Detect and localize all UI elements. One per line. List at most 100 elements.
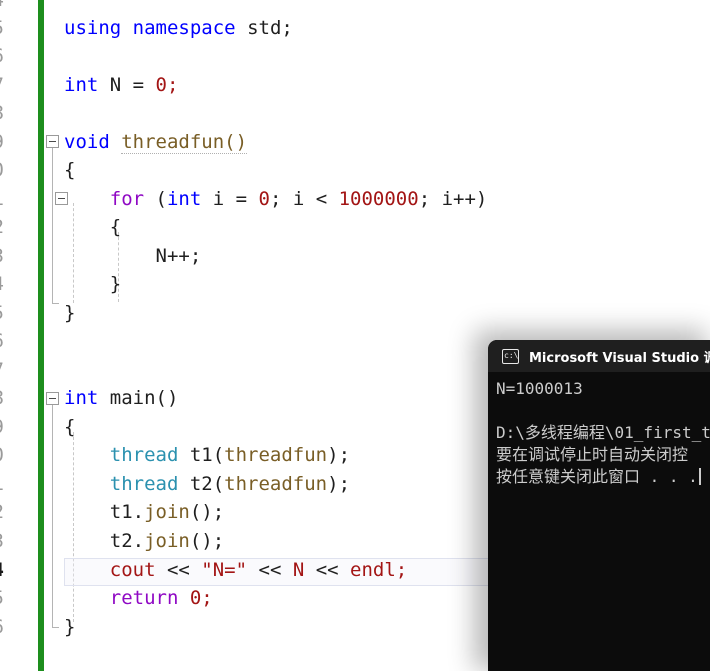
line-number: 30 xyxy=(0,441,4,470)
line-number: 29 xyxy=(0,413,4,442)
token-method-join: join xyxy=(144,501,190,523)
line-number: 25 xyxy=(0,299,4,328)
line-number: 18 xyxy=(0,99,4,128)
token-var-N: N xyxy=(292,559,305,581)
fold-toggle-threadfun[interactable] xyxy=(46,135,59,148)
token-close-semi: ); xyxy=(327,444,351,466)
token-keyword-for: for xyxy=(109,188,145,210)
token-obj-t2: t2. xyxy=(109,530,145,552)
code-line-21[interactable]: { xyxy=(64,213,121,242)
fold-end-main xyxy=(52,627,59,628)
token-n-increment: N++; xyxy=(155,245,202,267)
token-type-thread: thread xyxy=(109,473,179,495)
token-keyword-return: return xyxy=(109,587,179,609)
console-title-bar[interactable]: Microsoft Visual Studio 调试控 xyxy=(488,340,710,372)
token-return-value: 0; xyxy=(178,587,213,609)
code-line-34[interactable]: return 0; xyxy=(64,584,213,613)
line-number: 28 xyxy=(0,384,4,413)
code-line-32[interactable]: t2.join(); xyxy=(64,527,224,556)
token-shift-op: << xyxy=(155,559,202,581)
line-number: 16 xyxy=(0,42,4,71)
line-number: 17 xyxy=(0,71,4,100)
token-number-zero: 0; xyxy=(155,74,179,96)
token-string-literal: "N=" xyxy=(201,559,248,581)
code-line-33[interactable]: cout << "N=" << N << endl; xyxy=(64,556,407,585)
token-obj-t1: t1. xyxy=(109,501,145,523)
fold-toggle-main[interactable] xyxy=(46,392,59,405)
fold-line-threadfun xyxy=(52,148,53,303)
line-number: 24 xyxy=(0,270,4,299)
line-number: 31 xyxy=(0,470,4,499)
token-type-thread: thread xyxy=(109,444,179,466)
token-keyword-int-main: int xyxy=(64,387,99,409)
console-line-autoclose: 要在调试停止时自动关闭控 xyxy=(496,445,689,464)
line-number: 15 xyxy=(0,14,4,43)
code-line-14[interactable]: using namespace std; xyxy=(64,14,293,43)
line-number: 20 xyxy=(0,156,4,185)
token-paren-open: ( xyxy=(144,188,167,210)
console-output-area[interactable]: N=1000013 D:\多线程编程\01_first_t 要在调试停止时自动关… xyxy=(488,372,710,671)
token-ref-threadfun: threadfun xyxy=(224,473,328,495)
token-number-zero-init: 0 xyxy=(258,188,270,210)
token-keyword-namespace: namespace xyxy=(132,17,236,39)
code-line-19[interactable]: { xyxy=(64,156,75,185)
line-number: 19 xyxy=(0,128,4,157)
token-var-i: i = xyxy=(201,188,259,210)
console-window-icon xyxy=(502,348,519,364)
code-line-24[interactable]: } xyxy=(64,299,75,328)
token-shift-op: << xyxy=(304,559,351,581)
code-line-30[interactable]: thread t2(threadfun); xyxy=(64,470,350,499)
line-number: 33 xyxy=(0,527,4,556)
line-number: 21 xyxy=(0,185,4,214)
token-brace-open: { xyxy=(64,416,76,438)
line-number-current: 34 xyxy=(0,556,4,585)
line-number: 27 xyxy=(0,356,4,385)
console-line-output: N=1000013 xyxy=(496,379,583,398)
code-line-35[interactable]: } xyxy=(64,613,75,642)
console-line-path: D:\多线程编程\01_first_t xyxy=(496,423,710,442)
code-line-28[interactable]: { xyxy=(64,413,75,442)
token-brace-close: } xyxy=(109,273,122,295)
token-brace-close: } xyxy=(64,302,76,324)
code-line-29[interactable]: thread t1(threadfun); xyxy=(64,441,350,470)
line-number: 26 xyxy=(0,327,4,356)
token-method-join: join xyxy=(144,530,190,552)
token-number-million: 1000000 xyxy=(338,188,419,210)
token-ref-threadfun: threadfun xyxy=(224,444,328,466)
code-line-23[interactable]: } xyxy=(64,270,121,299)
token-var-N: N = xyxy=(109,74,156,96)
line-number: 32 xyxy=(0,498,4,527)
fold-end-threadfun xyxy=(52,303,59,304)
debug-console-window[interactable]: Microsoft Visual Studio 调试控 N=1000013 D:… xyxy=(488,340,710,671)
token-brace-open: { xyxy=(64,159,76,181)
line-number: 14 xyxy=(0,0,4,15)
code-line-20[interactable]: for (int i = 0; i < 1000000; i++) xyxy=(64,185,488,214)
token-std: std; xyxy=(247,17,293,39)
token-function-threadfun: threadfun() xyxy=(121,131,248,154)
token-join-tail: (); xyxy=(189,501,225,523)
token-decl-t2: t2( xyxy=(178,473,225,495)
code-line-18[interactable]: void threadfun() xyxy=(64,128,248,157)
code-folding-column[interactable] xyxy=(46,0,68,671)
line-number: 35 xyxy=(0,584,4,613)
console-line-presskey: 按任意键关闭此窗口 . . . xyxy=(496,466,710,488)
token-function-main: main() xyxy=(109,387,179,409)
token-brace-close: } xyxy=(64,616,76,638)
code-line-31[interactable]: t1.join(); xyxy=(64,498,224,527)
console-presskey-text: 按任意键关闭此窗口 . . . xyxy=(496,467,698,486)
token-incr: ; i++) xyxy=(418,188,488,210)
code-line-27[interactable]: int main() xyxy=(64,384,178,413)
token-endl: endl; xyxy=(350,559,408,581)
token-cond: ; i < xyxy=(269,188,339,210)
code-line-22[interactable]: N++; xyxy=(64,242,202,271)
token-keyword-void: void xyxy=(64,131,110,153)
token-keyword-int-loop: int xyxy=(166,188,202,210)
token-close-semi: ); xyxy=(327,473,351,495)
token-keyword-int: int xyxy=(64,74,99,96)
code-line-16[interactable]: int N = 0; xyxy=(64,71,178,100)
token-decl-t1: t1( xyxy=(178,444,225,466)
screenshot-root: 14 15 16 17 18 19 20 21 22 23 24 25 26 2… xyxy=(0,0,710,671)
token-brace-open: { xyxy=(109,216,122,238)
change-indicator-bar xyxy=(38,0,44,671)
